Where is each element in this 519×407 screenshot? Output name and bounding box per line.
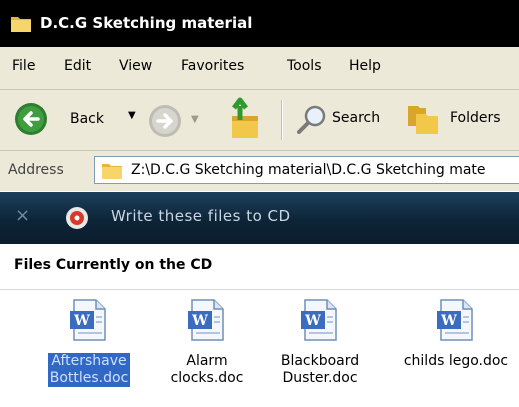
forward-dropdown-icon[interactable]: ▼ xyxy=(191,114,199,125)
up-folder-icon[interactable] xyxy=(226,96,266,142)
word-doc-icon: W xyxy=(188,299,224,341)
svg-text:W: W xyxy=(304,313,321,329)
address-bar: Address Z:\D.C.G Sketching material\D.C.… xyxy=(0,151,519,191)
back-label: Back xyxy=(70,111,104,127)
address-path: Z:\D.C.G Sketching material\D.C.G Sketch… xyxy=(131,162,486,178)
title-bar[interactable]: D.C.G Sketching material xyxy=(0,0,519,47)
file-item[interactable]: W childs lego.doc xyxy=(395,297,517,402)
menu-tools[interactable]: Tools xyxy=(287,58,322,74)
menu-view[interactable]: View xyxy=(119,58,152,74)
folders-button[interactable]: Folders xyxy=(400,98,519,142)
window-title: D.C.G Sketching material xyxy=(40,14,253,32)
address-field[interactable]: Z:\D.C.G Sketching material\D.C.G Sketch… xyxy=(94,156,519,184)
svg-text:W: W xyxy=(440,313,457,329)
word-doc-icon: W xyxy=(70,299,106,341)
search-label: Search xyxy=(332,110,381,126)
svg-text:W: W xyxy=(73,313,90,329)
file-label: childs lego.doc xyxy=(403,353,509,369)
menu-help[interactable]: Help xyxy=(349,58,381,74)
back-button[interactable]: Back ▼ xyxy=(8,98,148,142)
section-title: Files Currently on the CD xyxy=(14,257,213,273)
close-icon[interactable]: × xyxy=(15,205,30,226)
svg-text:W: W xyxy=(191,313,208,329)
back-dropdown-icon[interactable]: ▼ xyxy=(128,110,136,121)
file-label: Blackboard Duster.doc xyxy=(280,353,360,386)
files-section-header: Files Currently on the CD xyxy=(0,245,519,290)
menu-file[interactable]: File xyxy=(12,58,35,74)
forward-arrow-icon[interactable] xyxy=(148,104,182,138)
address-label: Address xyxy=(8,162,64,178)
toolbar-separator xyxy=(281,100,283,140)
menu-bar: File Edit View Favorites Tools Help xyxy=(0,47,519,90)
file-item[interactable]: W Aftershave Bottles.doc xyxy=(34,297,144,402)
folders-icon xyxy=(408,106,438,134)
folder-icon xyxy=(102,164,122,179)
back-arrow-icon xyxy=(15,103,47,135)
menu-edit[interactable]: Edit xyxy=(64,58,91,74)
write-to-cd-link[interactable]: Write these files to CD xyxy=(111,207,291,225)
folders-label: Folders xyxy=(450,110,501,126)
file-item[interactable]: W Alarm clocks.doc xyxy=(152,297,262,402)
menu-favorites[interactable]: Favorites xyxy=(181,58,244,74)
file-label: Alarm clocks.doc xyxy=(170,353,244,386)
search-button[interactable]: Search xyxy=(292,98,392,142)
file-item[interactable]: W Blackboard Duster.doc xyxy=(265,297,375,402)
folder-icon xyxy=(11,17,31,32)
file-label: Aftershave Bottles.doc xyxy=(47,353,131,387)
word-doc-icon: W xyxy=(301,299,337,341)
word-doc-icon: W xyxy=(437,299,473,341)
search-icon xyxy=(297,105,326,134)
cd-burn-icon xyxy=(66,207,88,229)
toolbar: Back ▼ ▼ Search Folders xyxy=(0,90,519,151)
cd-task-banner: × Write these files to CD xyxy=(0,192,519,244)
